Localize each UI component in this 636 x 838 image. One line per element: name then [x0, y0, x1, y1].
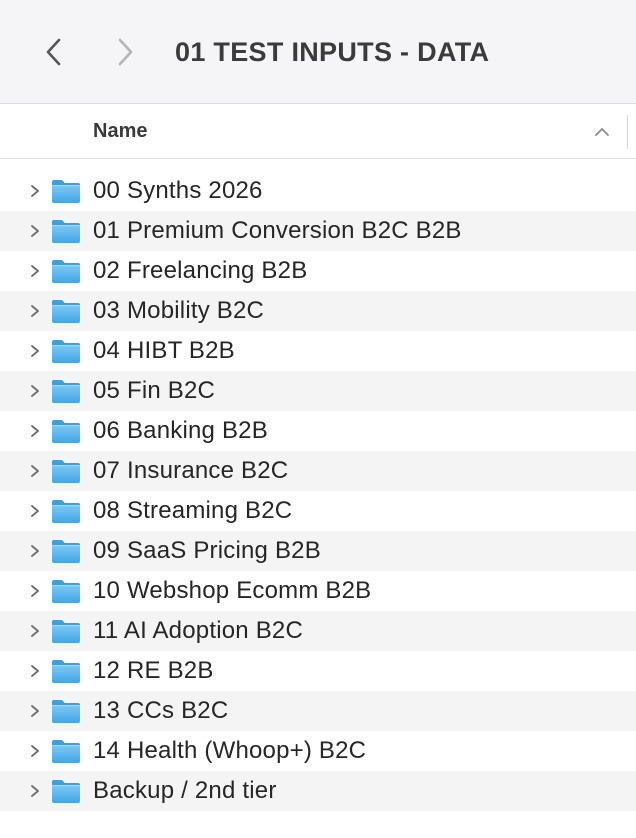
disclosure-chevron-icon[interactable] — [28, 583, 42, 599]
chevron-up-icon[interactable] — [593, 125, 611, 139]
list-item-label: 11 AI Adoption B2C — [93, 617, 303, 644]
disclosure-chevron-icon[interactable] — [28, 543, 42, 559]
list-item[interactable]: 10 Webshop Ecomm B2B — [0, 571, 636, 611]
chevron-right-icon — [118, 38, 133, 66]
list-item-label: 06 Banking B2B — [93, 417, 268, 444]
list-item[interactable]: 06 Banking B2B — [0, 411, 636, 451]
column-divider[interactable] — [627, 115, 628, 149]
disclosure-chevron-icon[interactable] — [28, 223, 42, 239]
list-item-label: 09 SaaS Pricing B2B — [93, 537, 321, 564]
toolbar: 01 TEST INPUTS - DATA — [0, 0, 636, 104]
list-item[interactable]: 11 AI Adoption B2C — [0, 611, 636, 651]
forward-button[interactable] — [107, 32, 143, 72]
disclosure-chevron-icon[interactable] — [28, 783, 42, 799]
file-list: 00 Synths 2026 01 Premium Conversion B2C… — [0, 171, 636, 811]
list-item[interactable]: 02 Freelancing B2B — [0, 251, 636, 291]
disclosure-chevron-icon[interactable] — [28, 703, 42, 719]
folder-icon — [52, 300, 80, 323]
finder-window: 01 TEST INPUTS - DATA Name 00 Synths 202… — [0, 0, 636, 838]
disclosure-chevron-icon[interactable] — [28, 743, 42, 759]
folder-icon — [52, 500, 80, 523]
list-item-label: 08 Streaming B2C — [93, 497, 293, 524]
column-header: Name — [0, 105, 636, 159]
list-item-label: 14 Health (Whoop+) B2C — [93, 737, 367, 764]
list-item-label: 03 Mobility B2C — [93, 297, 265, 324]
disclosure-chevron-icon[interactable] — [28, 423, 42, 439]
folder-icon — [52, 220, 80, 243]
disclosure-chevron-icon[interactable] — [28, 303, 42, 319]
window-title: 01 TEST INPUTS - DATA — [175, 37, 490, 67]
folder-icon — [52, 580, 80, 603]
folder-icon — [52, 620, 80, 643]
disclosure-chevron-icon[interactable] — [28, 263, 42, 279]
list-item-label: 12 RE B2B — [93, 657, 214, 684]
folder-icon — [52, 260, 80, 283]
list-item[interactable]: 09 SaaS Pricing B2B — [0, 531, 636, 571]
list-item-label: 02 Freelancing B2B — [93, 257, 308, 284]
folder-icon — [52, 340, 80, 363]
chevron-left-icon — [46, 38, 61, 66]
list-item-label: 04 HIBT B2B — [93, 337, 235, 364]
folder-icon — [52, 660, 80, 683]
list-item-label: 10 Webshop Ecomm B2B — [93, 577, 372, 604]
list-item-label: 05 Fin B2C — [93, 377, 216, 404]
folder-icon — [52, 420, 80, 443]
list-item-label: 13 CCs B2C — [93, 697, 229, 724]
list-item-label: 01 Premium Conversion B2C B2B — [93, 217, 462, 244]
folder-icon — [52, 460, 80, 483]
disclosure-chevron-icon[interactable] — [28, 463, 42, 479]
folder-icon — [52, 380, 80, 403]
folder-icon — [52, 540, 80, 563]
list-item[interactable]: 14 Health (Whoop+) B2C — [0, 731, 636, 771]
folder-icon — [52, 700, 80, 723]
list-item[interactable]: 08 Streaming B2C — [0, 491, 636, 531]
disclosure-chevron-icon[interactable] — [28, 383, 42, 399]
list-item[interactable]: 07 Insurance B2C — [0, 451, 636, 491]
list-item[interactable]: 13 CCs B2C — [0, 691, 636, 731]
disclosure-chevron-icon[interactable] — [28, 623, 42, 639]
disclosure-chevron-icon[interactable] — [28, 343, 42, 359]
list-item[interactable]: Backup / 2nd tier — [0, 771, 636, 811]
list-item[interactable]: 00 Synths 2026 — [0, 171, 636, 211]
disclosure-chevron-icon[interactable] — [28, 183, 42, 199]
list-item[interactable]: 01 Premium Conversion B2C B2B — [0, 211, 636, 251]
list-item-label: Backup / 2nd tier — [93, 777, 277, 804]
disclosure-chevron-icon[interactable] — [28, 503, 42, 519]
list-item[interactable]: 03 Mobility B2C — [0, 291, 636, 331]
folder-icon — [52, 180, 80, 203]
back-button[interactable] — [36, 32, 72, 72]
list-item[interactable]: 05 Fin B2C — [0, 371, 636, 411]
folder-icon — [52, 740, 80, 763]
list-item[interactable]: 12 RE B2B — [0, 651, 636, 691]
list-item[interactable]: 04 HIBT B2B — [0, 331, 636, 371]
list-item-label: 00 Synths 2026 — [93, 177, 263, 204]
list-item-label: 07 Insurance B2C — [93, 457, 289, 484]
folder-icon — [52, 780, 80, 803]
disclosure-chevron-icon[interactable] — [28, 663, 42, 679]
name-column-header[interactable]: Name — [93, 118, 147, 144]
